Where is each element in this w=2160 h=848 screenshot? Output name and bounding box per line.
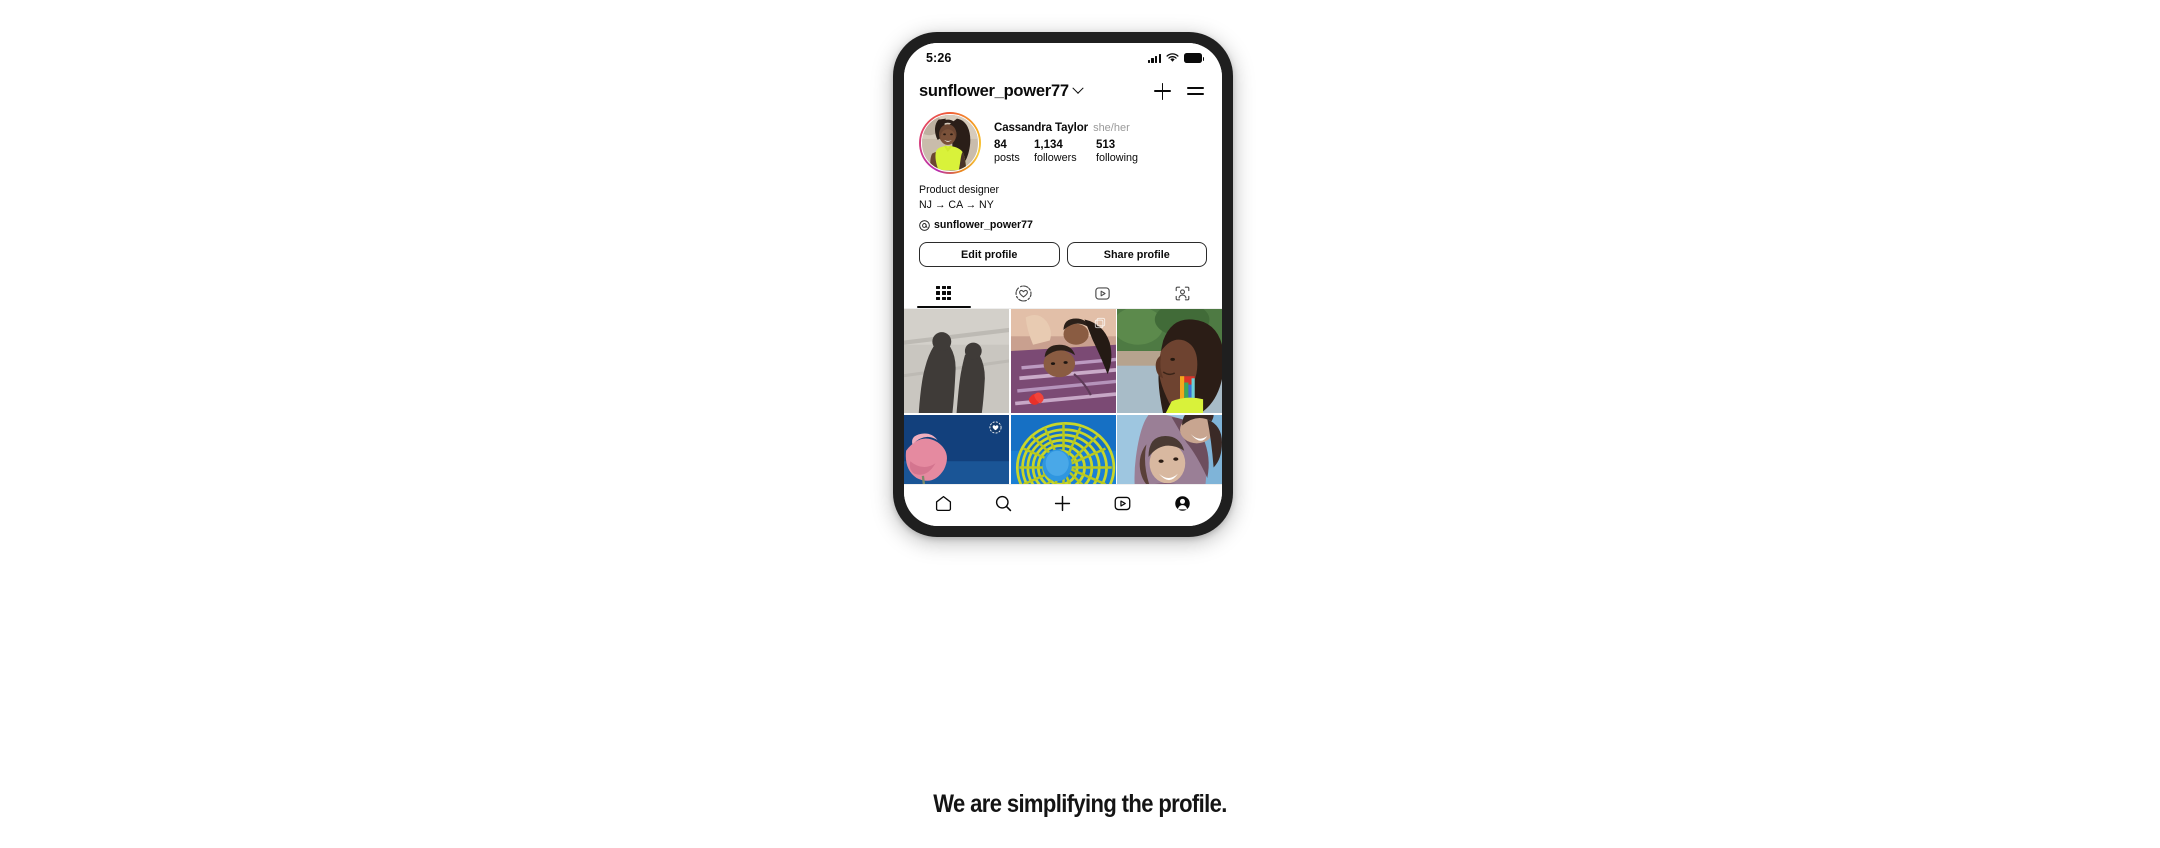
profile-meta: Cassandra Taylor she/her 84 posts 1,134 … [994,121,1207,165]
grid-post-1[interactable] [904,309,1009,414]
post-image [1117,309,1222,414]
bio-line-2: NJ → CA → NY [919,199,994,212]
threads-link[interactable]: sunflower_power77 [904,213,1222,231]
profile-action-buttons: Edit profile Share profile [904,231,1222,268]
stat-followers-value: 1,134 [1034,138,1063,151]
grid-post-2[interactable] [1010,309,1116,414]
stat-followers-label: followers [1034,151,1077,164]
stat-posts[interactable]: 84 posts [994,138,1034,165]
nav-home[interactable] [927,489,961,519]
nav-search[interactable] [986,489,1020,519]
tab-tagged[interactable] [1143,278,1223,308]
threads-handle: sunflower_power77 [934,219,1033,232]
nav-create[interactable] [1046,489,1080,519]
heart-circle-icon [1015,285,1032,302]
stats-row: 84 posts 1,134 followers 513 following [994,138,1207,165]
grid-post-5[interactable] [1010,414,1116,484]
home-icon [936,495,952,512]
account-switcher[interactable]: sunflower_power77 [919,81,1084,101]
page-title: sunflower_power77 [919,81,1069,100]
stat-followers[interactable]: 1,134 followers [1034,138,1096,165]
chevron-down-icon [1072,82,1084,94]
nav-profile[interactable] [1165,489,1199,519]
photo-grid [904,309,1222,484]
app-header: sunflower_power77 [904,73,1222,109]
grid-post-6[interactable] [1117,414,1222,484]
grid-icon [936,285,952,301]
status-bar-icons [1147,53,1205,63]
status-bar-time: 5:26 [926,51,952,65]
phone-frame: 5:26 sunflower_power77 Cassandra Taylor … [893,32,1233,537]
tab-reels[interactable] [1063,278,1143,308]
pronouns: she/her [1093,121,1130,134]
cellular-signal-icon [1147,53,1161,63]
tagged-person-icon [1175,286,1190,300]
plus-icon[interactable] [1154,82,1171,100]
stat-following-value: 513 [1096,138,1116,151]
reels-play-icon [1095,286,1110,300]
page-canvas: 5:26 sunflower_power77 Cassandra Taylor … [0,0,2160,848]
caption: We are simplifying the profile. [933,790,1227,818]
stat-posts-value: 84 [994,138,1007,151]
post-image [1010,414,1116,484]
stat-following-label: following [1096,151,1139,164]
post-image [904,309,1009,414]
phone-screen: 5:26 sunflower_power77 Cassandra Taylor … [904,43,1222,526]
full-name: Cassandra Taylor [994,121,1089,134]
nav-reels[interactable] [1106,489,1140,519]
bottom-nav [904,484,1222,526]
reels-play-icon [1114,496,1131,511]
name-row: Cassandra Taylor she/her [994,122,1207,134]
search-icon [995,495,1012,512]
profile-summary: Cassandra Taylor she/her 84 posts 1,134 … [904,109,1222,174]
bio-line-1: Product designer [919,184,1000,196]
status-bar: 5:26 [904,43,1222,73]
avatar-story-ring[interactable] [919,112,981,174]
avatar-image [922,115,978,171]
bio: Product designer NJ → CA → NY [904,174,1222,213]
profile-avatar-icon [1174,496,1190,511]
carousel-icon [1094,317,1105,329]
tab-grid[interactable] [904,278,984,308]
wifi-icon [1166,53,1179,62]
grid-post-3[interactable] [1117,309,1222,414]
edit-profile-button[interactable]: Edit profile [919,242,1060,268]
stat-posts-label: posts [994,151,1020,164]
hamburger-menu-icon[interactable] [1187,85,1204,97]
plus-icon [1055,495,1071,512]
share-profile-button[interactable]: Share profile [1066,242,1207,268]
avatar[interactable] [921,114,979,172]
post-image [1117,414,1222,484]
header-actions [1154,82,1204,100]
stat-following[interactable]: 513 following [1096,138,1158,165]
profile-tabs [904,278,1223,310]
grid-post-4[interactable] [904,414,1009,484]
battery-icon [1184,53,1205,63]
heart-circle-badge [989,421,1002,434]
threads-icon [919,219,930,231]
tab-collections[interactable] [984,278,1064,308]
